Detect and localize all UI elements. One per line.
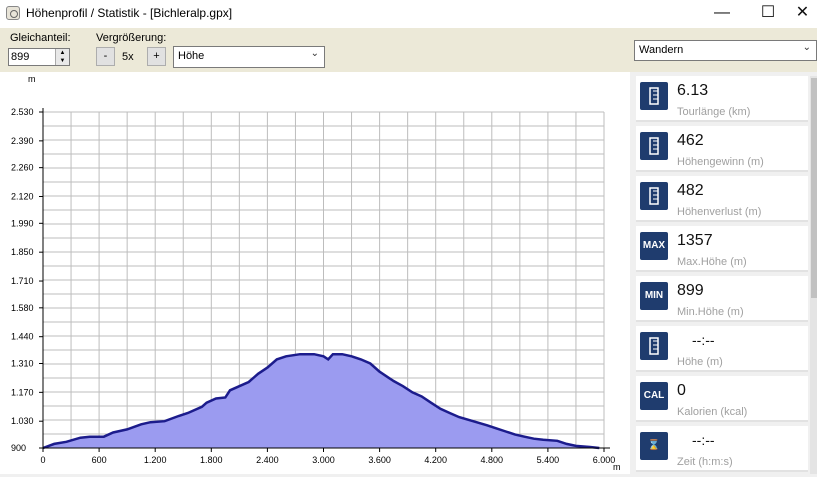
y-tick-label: 2.260 <box>11 163 34 173</box>
offset-label: Gleichanteil: <box>10 32 71 44</box>
offset-stepper[interactable]: 899 ▲ ▼ <box>8 48 70 66</box>
min-height-icon: MIN <box>640 282 668 310</box>
x-tick-label: 1.200 <box>144 455 167 465</box>
y-tick-label: 2.390 <box>11 136 34 146</box>
x-axis-unit: m <box>613 462 621 472</box>
stat-value: 1357 <box>677 232 713 249</box>
zoom-in-button[interactable]: + <box>147 47 166 66</box>
scrollbar-thumb[interactable] <box>811 78 817 298</box>
y-tick-label: 900 <box>11 443 26 453</box>
x-tick-label: 0 <box>40 455 45 465</box>
activity-select-value: Wandern <box>639 44 684 56</box>
stat-card: ⌛ --:-- Zeit (h:m:s) <box>636 426 808 472</box>
stat-value: 0 <box>677 382 686 399</box>
y-tick-label: 1.710 <box>11 276 34 286</box>
y-axis-select[interactable]: Höhe ⌄ <box>173 46 325 68</box>
x-tick-label: 6.000 <box>593 455 616 465</box>
stat-card: --:-- Höhe (m) <box>636 326 808 372</box>
x-tick-label: 4.800 <box>481 455 504 465</box>
elevation-chart-svg: 900 1.030 1.170 1.310 1.440 1.580 1.710 1.850 1.… <box>11 74 621 472</box>
x-tick-label: 4.200 <box>424 455 447 465</box>
offset-value[interactable]: 899 <box>11 51 29 63</box>
stat-label: Tourlänge (km) <box>677 106 751 118</box>
activity-select[interactable]: Wandern ⌄ <box>634 40 817 61</box>
calories-icon: CAL <box>640 382 668 410</box>
stat-value: 482 <box>677 182 704 199</box>
zoom-label: Vergrößerung: <box>96 32 167 44</box>
stepper-arrows-icon[interactable]: ▲ ▼ <box>55 49 69 65</box>
y-tick-label: 1.170 <box>11 387 34 397</box>
y-tick-label: 1.310 <box>11 358 34 368</box>
stat-label: Zeit (h:m:s) <box>677 456 733 468</box>
zoom-value: 5x <box>122 51 134 63</box>
stat-card: 482 Höhenverlust (m) <box>636 176 808 222</box>
stat-card: MIN 899 Min.Höhe (m) <box>636 276 808 322</box>
route-icon <box>640 82 668 110</box>
stat-card: CAL 0 Kalorien (kcal) <box>636 376 808 422</box>
y-axis-select-value: Höhe <box>178 50 205 62</box>
x-tick-label: 2.400 <box>256 455 279 465</box>
height-icon <box>640 332 668 360</box>
x-tick-label: 5.400 <box>537 455 560 465</box>
y-tick-label: 2.120 <box>11 192 34 202</box>
stat-card: 6.13 Tourlänge (km) <box>636 76 808 122</box>
elevation-gain-icon <box>640 132 668 160</box>
stat-card: 462 Höhengewinn (m) <box>636 126 808 172</box>
title-bar: Höhenprofil / Statistik - [Bichleralp.gp… <box>0 0 817 28</box>
close-button[interactable]: ✕ <box>788 0 817 28</box>
minimize-button[interactable]: — <box>699 0 745 28</box>
stat-label: Kalorien (kcal) <box>677 406 748 418</box>
stat-label: Höhengewinn (m) <box>677 156 764 168</box>
stats-panel: 6.13 Tourlänge (km) 462 Höhengewinn (m) 482 H… <box>636 76 810 474</box>
x-tick-label: 3.600 <box>368 455 391 465</box>
stat-value: 6.13 <box>677 82 709 99</box>
y-tick-label: 1.850 <box>11 247 34 257</box>
stat-value: --:-- <box>692 332 715 348</box>
x-tick-label: 1.800 <box>200 455 223 465</box>
x-tick-label: 3.000 <box>312 455 335 465</box>
max-height-icon: MAX <box>640 232 668 260</box>
chevron-down-icon: ⌄ <box>802 42 811 53</box>
stat-value: 899 <box>677 282 704 299</box>
stats-scrollbar[interactable] <box>810 76 817 474</box>
elevation-chart: 900 1.030 1.170 1.310 1.440 1.580 1.710 1.850 1.… <box>0 72 630 474</box>
y-tick-label: 1.580 <box>11 303 34 313</box>
window-title: Höhenprofil / Statistik - [Bichleralp.gp… <box>26 6 233 20</box>
y-tick-label: 1.990 <box>11 218 34 228</box>
stat-value: 462 <box>677 132 704 149</box>
stat-label: Höhenverlust (m) <box>677 206 762 218</box>
chevron-down-icon: ⌄ <box>310 48 319 59</box>
stat-card: MAX 1357 Max.Höhe (m) <box>636 226 808 272</box>
elevation-loss-icon <box>640 182 668 210</box>
zoom-out-button[interactable]: - <box>96 47 115 66</box>
y-axis-unit: m <box>28 74 36 84</box>
maximize-button[interactable]: ☐ <box>745 0 791 28</box>
stat-label: Max.Höhe (m) <box>677 256 747 268</box>
y-tick-label: 1.440 <box>11 332 34 342</box>
y-tick-label: 2.530 <box>11 107 34 117</box>
hourglass-icon: ⌛ <box>640 432 668 460</box>
x-tick-label: 600 <box>92 455 107 465</box>
y-tick-label: 1.030 <box>11 416 34 426</box>
stat-value: --:-- <box>692 432 715 448</box>
stat-label: Min.Höhe (m) <box>677 306 744 318</box>
stat-label: Höhe (m) <box>677 356 723 368</box>
app-icon <box>6 6 20 20</box>
